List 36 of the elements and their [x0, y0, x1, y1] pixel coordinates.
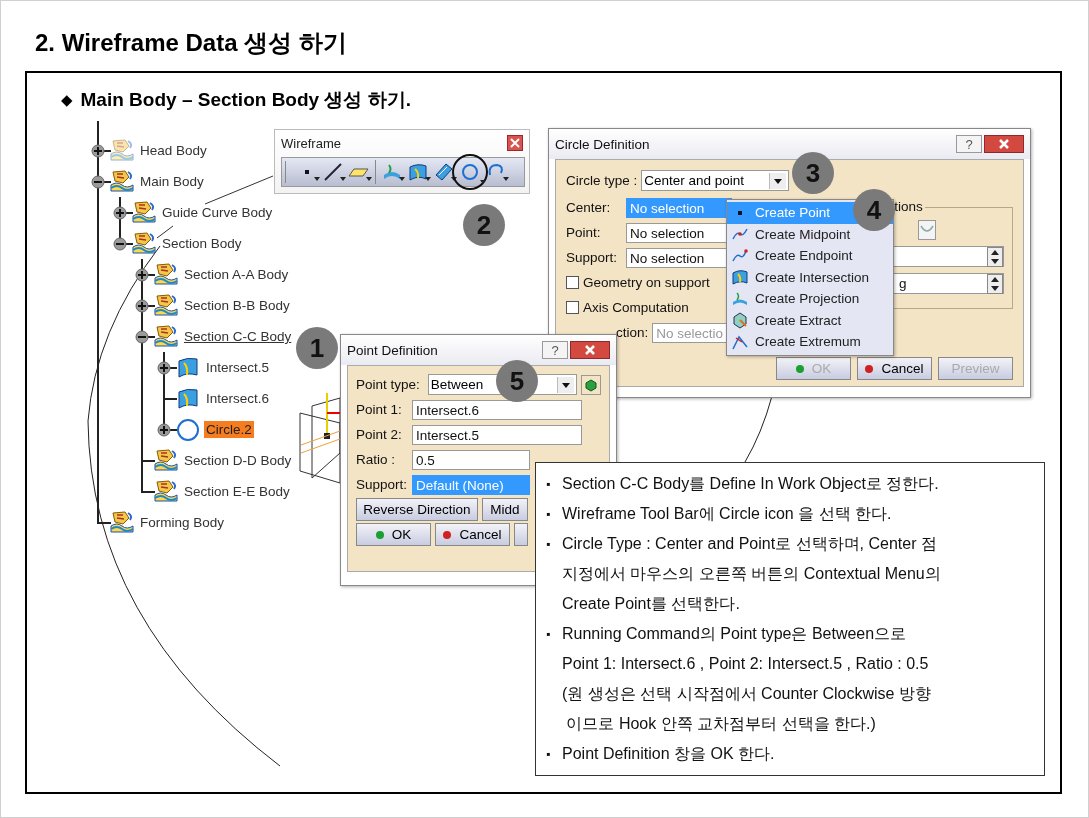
field-label: Ratio : — [356, 452, 397, 467]
field-label: Center: — [566, 200, 612, 215]
bullet-icon: ▪ — [546, 499, 556, 529]
bullet-icon: ◆ — [61, 91, 73, 109]
instruction-text: Section C-C Body를 Define In Work Object로 정한다. — [562, 474, 939, 494]
group-label: tions — [892, 199, 925, 214]
field-label: Support: — [566, 250, 619, 265]
instruction-text: (원 생성은 선택 시작점에서 Counter Clockwise 방향 — [562, 684, 931, 704]
field-label: ction: — [616, 325, 649, 340]
checkbox-label: Axis Computation — [583, 300, 689, 315]
instruction-text: 이므로 Hook 안쪽 교차점부터 선택을 한다.) — [565, 714, 877, 734]
dialog-title: Point Definition — [347, 342, 439, 358]
dialog-title: Circle Definition — [555, 136, 651, 152]
instruction-text: 지정에서 마우스의 오른쪽 버튼의 Contextual Menu의 — [562, 564, 941, 584]
checkbox-label: Geometry on support — [583, 275, 710, 290]
toolbar-title: Wireframe — [281, 135, 341, 151]
bullet-icon: ▪ — [546, 529, 556, 619]
step-marker: 1 — [296, 327, 338, 369]
field-label: Point 2: — [356, 427, 403, 442]
instruction-text: Running Command의 Point type은 Between으로 — [562, 624, 908, 644]
field-label: Support: — [356, 477, 408, 492]
field-label: Point type: — [356, 377, 421, 392]
bullet-icon: ▪ — [546, 469, 556, 499]
instruction-text: Circle Type : Center and Point로 선택하며, Center 점 — [562, 534, 938, 554]
slide-title: 2. Wireframe Data 생성 하기 — [35, 29, 348, 57]
bullet-icon: ▪ — [546, 739, 556, 769]
instruction-text: Wireframe Tool Bar에 Circle icon 을 선택 한다. — [562, 504, 892, 524]
field-label: Circle type : — [566, 173, 638, 188]
instruction-text: Point Definition 창을 OK 한다. — [562, 744, 775, 764]
bullet-icon: ▪ — [546, 619, 556, 739]
section-heading: Main Body – Section Body 생성 하기. — [80, 88, 411, 112]
instruction-text: Point 1: Intersect.6 , Point 2: Intersect.5 , Ratio : 0.5 — [562, 654, 930, 674]
instruction-text: Create Point를 선택한다. — [562, 594, 741, 614]
field-label: Point 1: — [356, 402, 403, 417]
step-marker: 2 — [463, 204, 505, 246]
field-label: Point: — [566, 225, 602, 240]
